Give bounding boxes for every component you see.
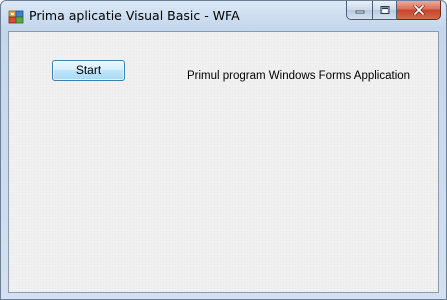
windows-forms-app-icon[interactable] xyxy=(8,9,24,25)
form-client-area: Start Primul program Windows Forms Appli… xyxy=(8,31,439,293)
close-icon xyxy=(413,5,424,15)
window-title: Prima aplicatie Visual Basic - WFA xyxy=(29,8,240,23)
start-button[interactable]: Start xyxy=(52,60,125,81)
title-bar[interactable]: Prima aplicatie Visual Basic - WFA xyxy=(1,1,446,31)
application-window: Prima aplicatie Visual Basic - WFA Start… xyxy=(0,0,447,300)
minimize-button[interactable] xyxy=(346,1,372,20)
caption-buttons xyxy=(346,1,441,21)
maximize-icon xyxy=(380,6,389,14)
maximize-button[interactable] xyxy=(372,1,397,20)
minimize-icon xyxy=(355,10,364,14)
close-button[interactable] xyxy=(397,1,441,20)
program-label: Primul program Windows Forms Application xyxy=(187,70,411,82)
